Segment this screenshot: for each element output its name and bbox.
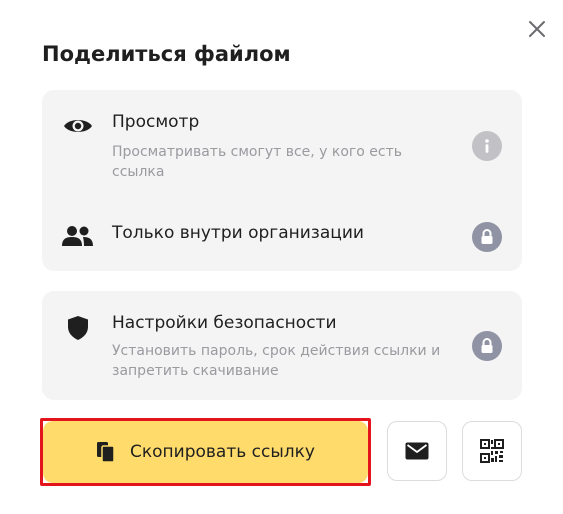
close-button[interactable] [524,16,550,42]
view-access-option[interactable]: Просмотр Просматривать смогут все, у ког… [42,90,522,190]
qr-code-icon [480,439,504,463]
dialog-title: Поделиться файлом [42,42,291,66]
copy-link-label: Скопировать ссылку [130,442,315,462]
copy-icon [97,442,115,463]
security-settings-card[interactable]: Настройки безопасности Установить пароль… [42,291,522,400]
org-only-title: Только внутри организации [112,223,364,243]
access-settings-card: Просмотр Просматривать смогут все, у ког… [42,90,522,271]
info-button[interactable] [472,131,502,161]
security-subtitle: Установить пароль, срок действия ссылки … [112,343,441,379]
lock-icon [481,229,493,244]
close-icon [529,21,545,37]
copy-link-button[interactable]: Скопировать ссылку [43,421,368,483]
eye-icon [62,114,94,138]
security-title: Настройки безопасности [112,313,337,333]
qr-code-button[interactable] [462,421,522,481]
lock-icon [481,338,493,353]
security-lock-badge [472,331,502,361]
mail-icon [405,442,429,460]
view-access-title: Просмотр [112,112,200,132]
org-only-lock-badge [472,222,502,252]
shield-icon [62,316,94,340]
share-email-button[interactable] [387,421,447,481]
people-icon [62,224,94,248]
org-only-option: Только внутри организации [42,210,522,260]
view-access-subtitle: Просматривать смогут все, у кого есть сс… [112,144,403,180]
info-icon [485,139,489,153]
